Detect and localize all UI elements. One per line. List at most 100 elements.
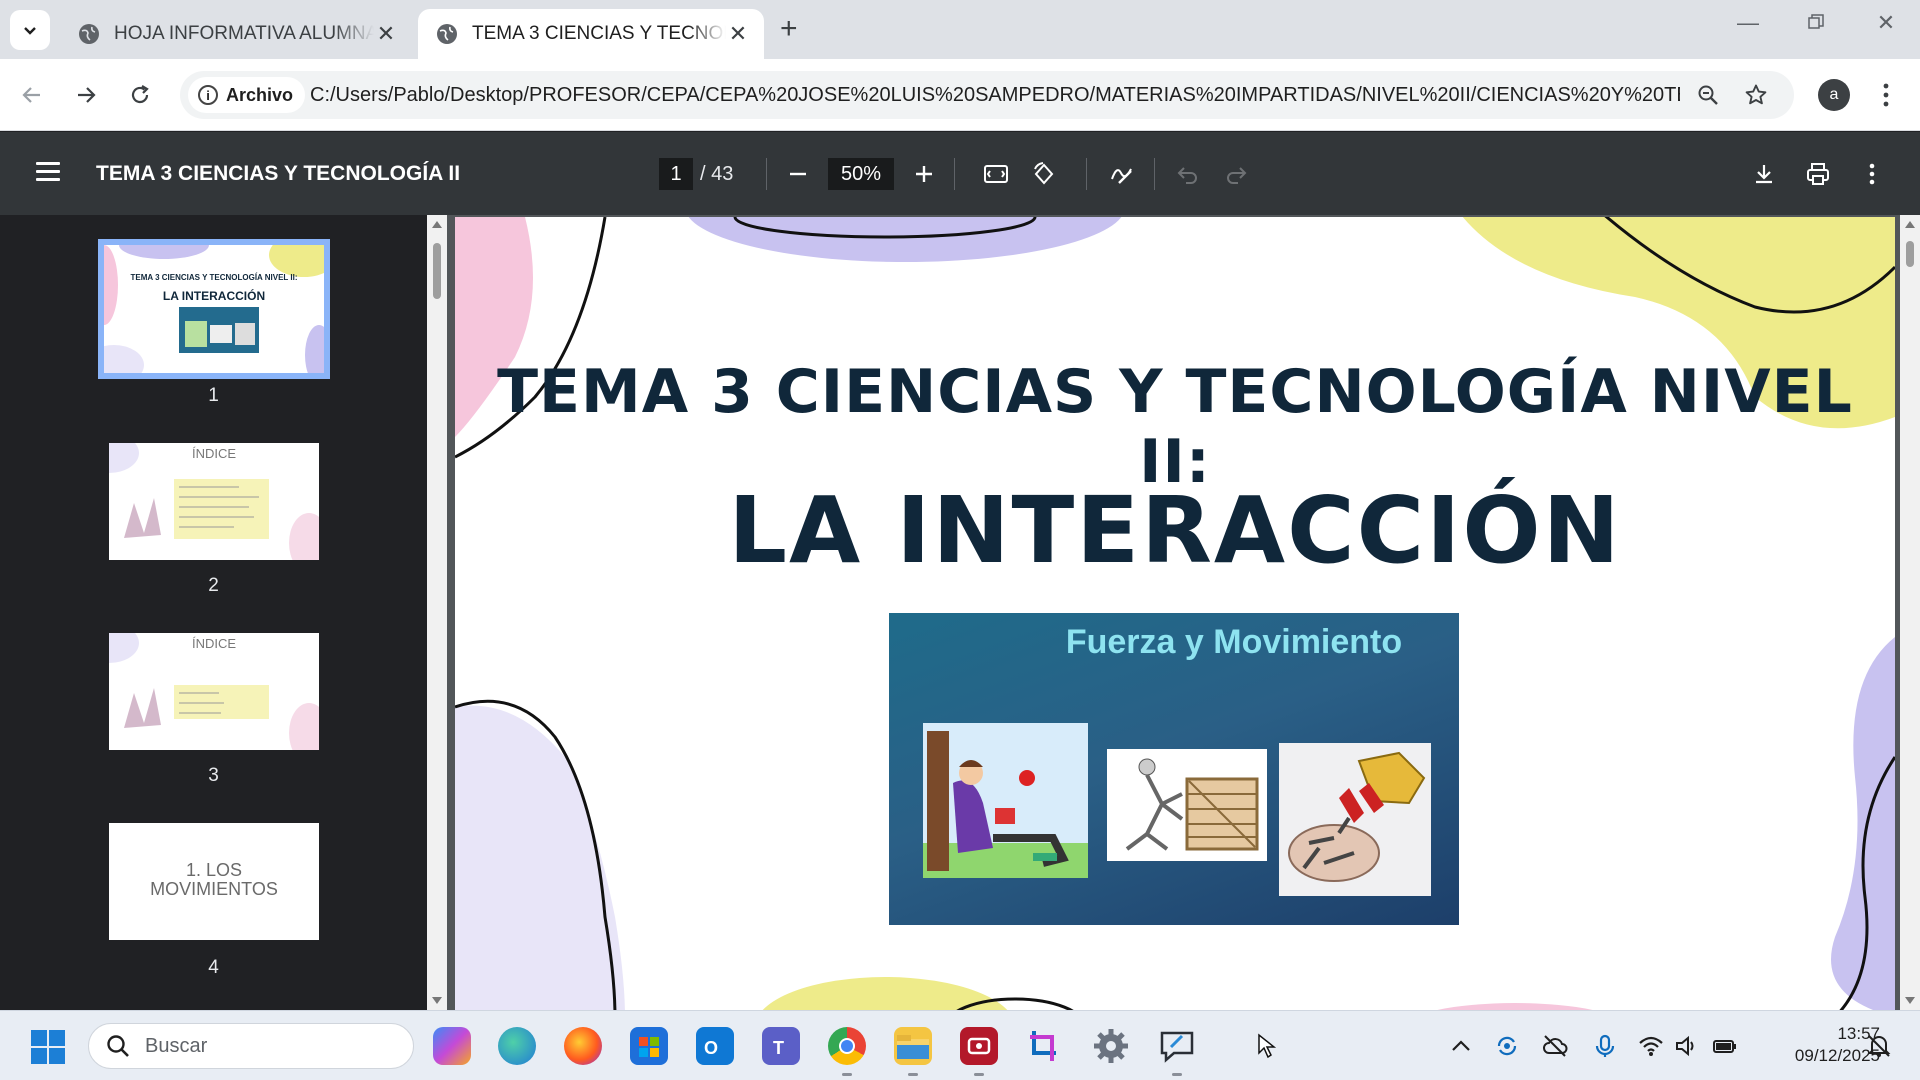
outlook-icon[interactable]: O (696, 1027, 734, 1065)
microphone-icon[interactable] (1592, 1033, 1618, 1059)
scroll-up-arrow-icon[interactable] (1905, 221, 1915, 228)
new-tab-button[interactable]: + (780, 12, 798, 46)
search-placeholder: Buscar (145, 1034, 208, 1057)
settings-gear-icon[interactable] (1092, 1027, 1130, 1065)
newton-apple-image (923, 723, 1088, 878)
clock-date: 09/12/2025 (1794, 1046, 1880, 1065)
info-icon: i (198, 85, 218, 105)
tab-hoja-informativa[interactable]: HOJA INFORMATIVA ALUMNADO ✕ (60, 9, 412, 59)
battery-icon[interactable] (1712, 1033, 1738, 1059)
print-icon (1807, 163, 1829, 185)
site-info-label: Archivo (226, 84, 294, 105)
zoom-in-button[interactable] (908, 158, 940, 190)
clock[interactable]: 13:57 09/12/2025 (1760, 1023, 1880, 1067)
banner-title: Fuerza y Movimiento (1065, 623, 1403, 661)
arrow-right-icon (78, 87, 96, 103)
download-icon (1756, 165, 1772, 184)
cloud-offline-icon[interactable] (1542, 1033, 1568, 1059)
redo-icon (1227, 167, 1247, 184)
rotate-button[interactable] (1028, 158, 1060, 190)
volume-icon[interactable] (1674, 1033, 1700, 1059)
scroll-down-arrow-icon[interactable] (432, 997, 442, 1004)
file-explorer-icon[interactable] (894, 1027, 932, 1065)
copilot-icon[interactable] (433, 1027, 471, 1065)
teams-icon[interactable]: T (762, 1027, 800, 1065)
profile-avatar[interactable]: a (1818, 79, 1850, 111)
arrow-left-icon (22, 87, 40, 103)
windows-logo-icon (31, 1030, 65, 1064)
divider (1086, 158, 1087, 190)
forward-button[interactable] (70, 79, 102, 111)
thumbnail-sidebar: TEMA 3 CIENCIAS Y TECNOLOGÍA NIVEL II: L… (0, 215, 427, 1010)
minimize-button[interactable]: — (1728, 10, 1768, 36)
zoom-icon[interactable] (1694, 81, 1722, 109)
scroll-down-arrow-icon[interactable] (1905, 997, 1915, 1004)
thumbnail-page-4[interactable]: 1. LOS MOVIMIENTOS (109, 823, 319, 940)
url-text[interactable]: C:/Users/Pablo/Desktop/PROFESOR/CEPA/CEP… (310, 71, 1680, 119)
bookmark-star-icon[interactable] (1742, 81, 1770, 109)
thumb-subtitle: LA INTERACCIÓN (162, 289, 266, 303)
scrollbar-thumb[interactable] (433, 243, 441, 299)
running-indicator (974, 1073, 984, 1076)
slide-thumbnail-image (104, 245, 324, 373)
undo-button[interactable] (1172, 158, 1204, 190)
site-info-chip[interactable]: i Archivo (188, 77, 306, 113)
start-button[interactable] (30, 1029, 66, 1065)
tab-search-button[interactable] (10, 10, 50, 50)
scrollbar-thumb[interactable] (1906, 241, 1914, 267)
notification-bell-icon[interactable] (1866, 1033, 1892, 1059)
restore-button[interactable] (1796, 10, 1836, 36)
thumbnail-number: 1 (208, 385, 219, 406)
taskbar-search[interactable]: Buscar (88, 1023, 414, 1069)
page-total: / 43 (700, 163, 734, 185)
tab-tema-3[interactable]: TEMA 3 CIENCIAS Y TECNOLOGÍA II ✕ (418, 9, 764, 59)
print-button[interactable] (1802, 158, 1834, 190)
clock-time: 13:57 (1837, 1024, 1880, 1043)
back-button[interactable] (16, 79, 48, 111)
close-icon[interactable]: ✕ (374, 21, 398, 47)
mouse-cursor-icon (1258, 1033, 1277, 1059)
draw-icon (1111, 168, 1132, 184)
redo-button[interactable] (1220, 158, 1252, 190)
more-vertical-icon (1869, 163, 1875, 185)
address-bar[interactable]: i Archivo C:/Users/Pablo/Desktop/PROFESO… (180, 71, 1794, 119)
thumbnail-number: 2 (208, 575, 219, 596)
fit-page-button[interactable] (980, 158, 1012, 190)
svg-text:O: O (704, 1038, 718, 1058)
sidebar-scrollbar[interactable] (427, 215, 447, 1010)
store-icon[interactable] (630, 1027, 668, 1065)
chevron-up-icon[interactable] (1448, 1033, 1474, 1059)
chrome-icon[interactable] (828, 1027, 866, 1065)
close-window-button[interactable]: ✕ (1866, 10, 1906, 36)
sync-icon[interactable] (1494, 1033, 1520, 1059)
firefox-icon[interactable] (564, 1027, 602, 1065)
thumbnail-page-2[interactable]: ÍNDICE (109, 443, 319, 560)
more-menu-icon[interactable] (1876, 79, 1896, 111)
page-number-input[interactable]: 1 (659, 158, 693, 190)
pdf-viewer[interactable]: TEMA 3 CIENCIAS Y TECNOLOGÍA NIVEL II: L… (447, 215, 1920, 1010)
thumbnail-page-1[interactable]: TEMA 3 CIENCIAS Y TECNOLOGÍA NIVEL II: L… (98, 239, 330, 379)
magnet-nails-image (1279, 743, 1431, 896)
pdf-more-button[interactable] (1856, 158, 1888, 190)
zoom-out-button[interactable] (782, 158, 814, 190)
viewer-scrollbar[interactable] (1900, 215, 1920, 1010)
sidebar-toggle-icon[interactable] (36, 162, 60, 184)
wifi-icon[interactable] (1638, 1033, 1664, 1059)
chevron-down-icon (24, 27, 36, 35)
download-button[interactable] (1748, 158, 1780, 190)
search-icon (107, 1035, 129, 1057)
edge-icon[interactable] (498, 1027, 536, 1065)
snipping-tool-icon[interactable] (1026, 1027, 1064, 1065)
pdf-page: TEMA 3 CIENCIAS Y TECNOLOGÍA NIVEL II: L… (455, 217, 1895, 1010)
tab-title: TEMA 3 CIENCIAS Y TECNOLOGÍA II (472, 23, 726, 44)
reload-button[interactable] (124, 79, 156, 111)
thumbnail-page-3[interactable]: ÍNDICE (109, 633, 319, 750)
globe-icon (79, 24, 99, 44)
close-icon[interactable]: ✕ (726, 21, 750, 47)
recorder-icon[interactable] (960, 1027, 998, 1065)
feedback-hub-icon[interactable] (1158, 1027, 1196, 1065)
minus-icon (790, 172, 806, 176)
scroll-up-arrow-icon[interactable] (432, 221, 442, 228)
annotate-button[interactable] (1106, 158, 1138, 190)
zoom-input[interactable]: 50% (828, 158, 894, 190)
